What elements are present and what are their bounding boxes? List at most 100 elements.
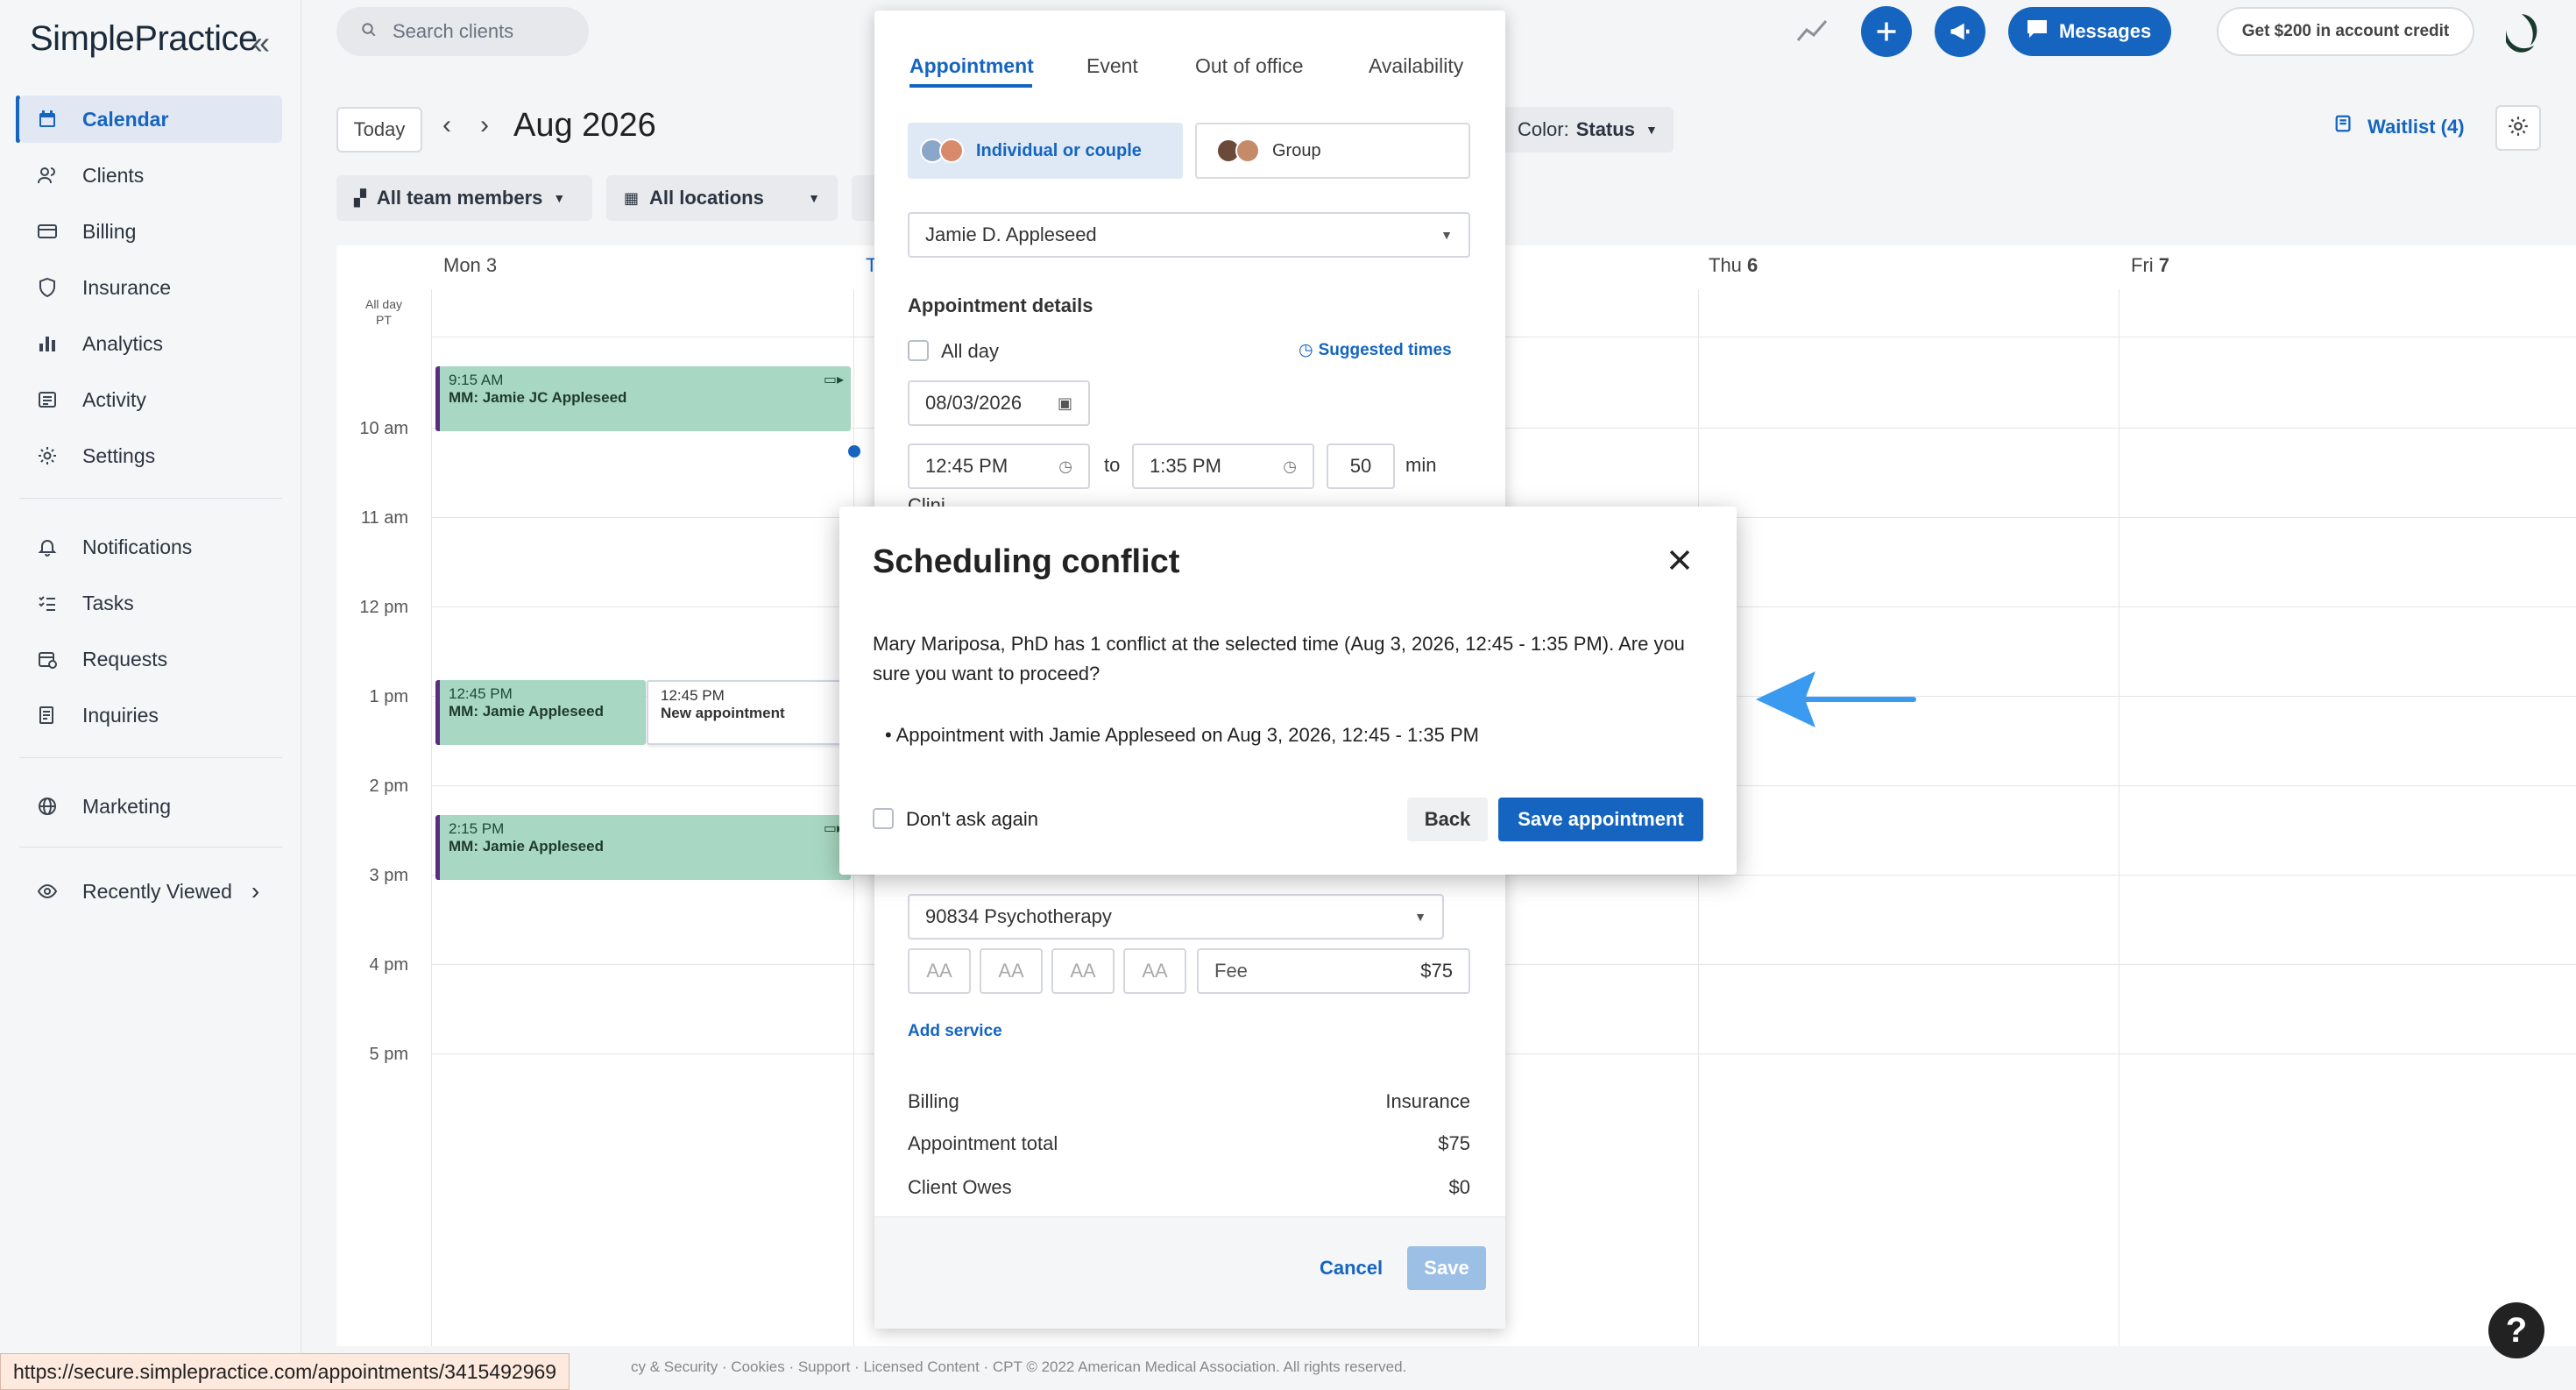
modifier-input[interactable]: AA xyxy=(1051,948,1115,994)
sidebar-item-clients[interactable]: Clients xyxy=(19,152,282,199)
individual-label: Individual or couple xyxy=(976,140,1142,160)
location-filter-dropdown[interactable]: ▦ All locations ▼ xyxy=(606,175,838,221)
close-icon[interactable] xyxy=(1665,545,1695,579)
tab-out-of-office[interactable]: Out of office xyxy=(1195,54,1304,78)
client-select[interactable]: Jamie D. Appleseed ▼ xyxy=(908,212,1470,258)
sidebar-item-analytics[interactable]: Analytics xyxy=(19,320,282,367)
sidebar-item-label: Marketing xyxy=(82,794,171,818)
fee-input[interactable]: Fee $75 xyxy=(1197,948,1470,994)
modifier-input[interactable]: AA xyxy=(980,948,1043,994)
total-label: Appointment total xyxy=(908,1132,1058,1154)
add-button[interactable] xyxy=(1861,6,1912,57)
calendar-event[interactable]: 12:45 PM MM: Jamie Appleseed xyxy=(435,680,646,745)
client-value: Jamie D. Appleseed xyxy=(925,223,1097,245)
tab-availability[interactable]: Availability xyxy=(1369,54,1463,78)
calendar-event[interactable]: 9:15 AM MM: Jamie JC Appleseed ▭▸ xyxy=(435,366,851,431)
date-input[interactable]: 08/03/2026 ▣ xyxy=(908,380,1090,426)
event-title: MM: Jamie JC Appleseed xyxy=(449,389,627,406)
double-chevron-left-icon[interactable]: « xyxy=(252,25,270,61)
client-type-group[interactable]: Group xyxy=(1195,123,1470,179)
hour-label: 12 pm xyxy=(359,598,408,617)
client-type-individual[interactable]: Individual or couple xyxy=(908,123,1183,179)
sidebar-item-marketing[interactable]: Marketing xyxy=(19,783,282,830)
team-filter-label: All team members xyxy=(376,187,543,209)
sidebar-item-label: Clients xyxy=(82,163,145,187)
avatar xyxy=(1235,138,1260,163)
gear-icon xyxy=(35,443,60,468)
start-time-input[interactable]: 12:45 PM ◷ xyxy=(908,443,1090,489)
caret-down-icon: ▼ xyxy=(553,191,566,205)
calendar-icon xyxy=(35,107,60,131)
search-input[interactable]: Search clients xyxy=(336,7,589,56)
credit-button[interactable]: Get $200 in account credit xyxy=(2217,7,2474,56)
chevron-right-icon[interactable]: › xyxy=(480,110,489,140)
hour-label: 4 pm xyxy=(369,955,408,975)
dont-ask-checkbox[interactable] xyxy=(873,808,894,829)
allday-label: All day PT xyxy=(364,297,403,327)
tab-appointment[interactable]: Appointment xyxy=(909,54,1034,78)
status-bar-url: https://secure.simplepractice.com/appoin… xyxy=(0,1353,570,1390)
sidebar-item-inquiries[interactable]: Inquiries xyxy=(19,691,282,739)
megaphone-icon[interactable] xyxy=(1935,6,1985,57)
end-time-input[interactable]: 1:35 PM ◷ xyxy=(1132,443,1314,489)
modifier-input[interactable]: AA xyxy=(908,948,971,994)
duration-input[interactable]: 50 xyxy=(1327,443,1395,489)
day-header-fri[interactable]: Fri 7 xyxy=(2131,254,2169,277)
trend-icon[interactable] xyxy=(1796,18,1828,48)
help-button[interactable]: ? xyxy=(2488,1302,2544,1358)
modifier-input[interactable]: AA xyxy=(1123,948,1186,994)
sidebar-item-calendar[interactable]: Calendar xyxy=(19,96,282,143)
day-column-line xyxy=(2119,289,2120,1346)
footer-links[interactable]: cy & Security · Cookies · Support · Lice… xyxy=(631,1358,1406,1376)
sidebar-item-label: Settings xyxy=(82,443,156,467)
sidebar-item-label: Requests xyxy=(82,647,168,670)
hour-label: 10 am xyxy=(359,419,408,438)
waitlist-button[interactable]: Waitlist (4) xyxy=(2334,114,2465,138)
cancel-button[interactable]: Cancel xyxy=(1320,1257,1383,1280)
back-button[interactable]: Back xyxy=(1407,798,1488,841)
team-icon: ▞ xyxy=(354,188,366,207)
messages-button[interactable]: Messages xyxy=(2008,7,2171,56)
bell-icon xyxy=(35,535,60,559)
sidebar-item-insurance[interactable]: Insurance xyxy=(19,264,282,311)
save-button[interactable]: Save xyxy=(1407,1246,1486,1290)
sidebar-item-notifications[interactable]: Notifications xyxy=(19,523,282,571)
add-service-link[interactable]: Add service xyxy=(908,1022,1002,1041)
sidebar-item-activity[interactable]: Activity xyxy=(19,376,282,423)
tab-event[interactable]: Event xyxy=(1086,54,1138,78)
eye-icon xyxy=(35,879,60,904)
sidebar-item-requests[interactable]: Requests xyxy=(19,635,282,683)
sidebar-item-label: Recently Viewed xyxy=(82,879,232,903)
simplepractice-leaf-icon[interactable] xyxy=(2495,7,2546,62)
sidebar-item-settings[interactable]: Settings xyxy=(19,432,282,479)
event-title: MM: Jamie Appleseed xyxy=(449,838,604,855)
list-icon xyxy=(35,387,60,412)
calendar-icon: ▣ xyxy=(1057,394,1072,412)
new-appointment-block[interactable]: 12:45 PM New appointment xyxy=(647,680,853,745)
day-header-mon[interactable]: Mon 3 xyxy=(443,254,497,277)
search-placeholder: Search clients xyxy=(393,20,514,42)
search-icon xyxy=(361,20,377,43)
avatar xyxy=(939,138,964,163)
color-value: Status xyxy=(1575,118,1635,140)
calendar-settings-button[interactable] xyxy=(2495,105,2541,151)
sidebar-item-billing[interactable]: Billing xyxy=(19,208,282,255)
sidebar-item-tasks[interactable]: Tasks xyxy=(19,579,282,627)
service-select[interactable]: 90834 Psychotherapy ▼ xyxy=(908,894,1444,940)
team-filter-dropdown[interactable]: ▞ All team members ▼ xyxy=(336,175,592,221)
color-status-dropdown[interactable]: Color: Status ▼ xyxy=(1502,107,1674,152)
billing-value: Insurance xyxy=(1385,1090,1470,1112)
sidebar-item-recently-viewed[interactable]: Recently Viewed › xyxy=(19,868,282,915)
suggested-times-link[interactable]: ◷ Suggested times xyxy=(1299,340,1452,360)
all-day-checkbox[interactable] xyxy=(908,340,929,361)
event-time: 12:45 PM xyxy=(661,687,725,704)
chevron-left-icon[interactable]: ‹ xyxy=(442,110,451,140)
fee-label: Fee xyxy=(1214,960,1248,982)
sidebar-item-label: Analytics xyxy=(82,331,164,355)
save-appointment-button[interactable]: Save appointment xyxy=(1498,798,1703,841)
day-header-thu[interactable]: Thu 6 xyxy=(1709,254,1758,277)
today-button[interactable]: Today xyxy=(336,107,422,152)
calendar-event[interactable]: 2:15 PM MM: Jamie Appleseed ▭▸ xyxy=(435,815,851,880)
app-logo[interactable]: SimplePractice xyxy=(30,19,258,59)
bar-chart-icon xyxy=(35,331,60,356)
